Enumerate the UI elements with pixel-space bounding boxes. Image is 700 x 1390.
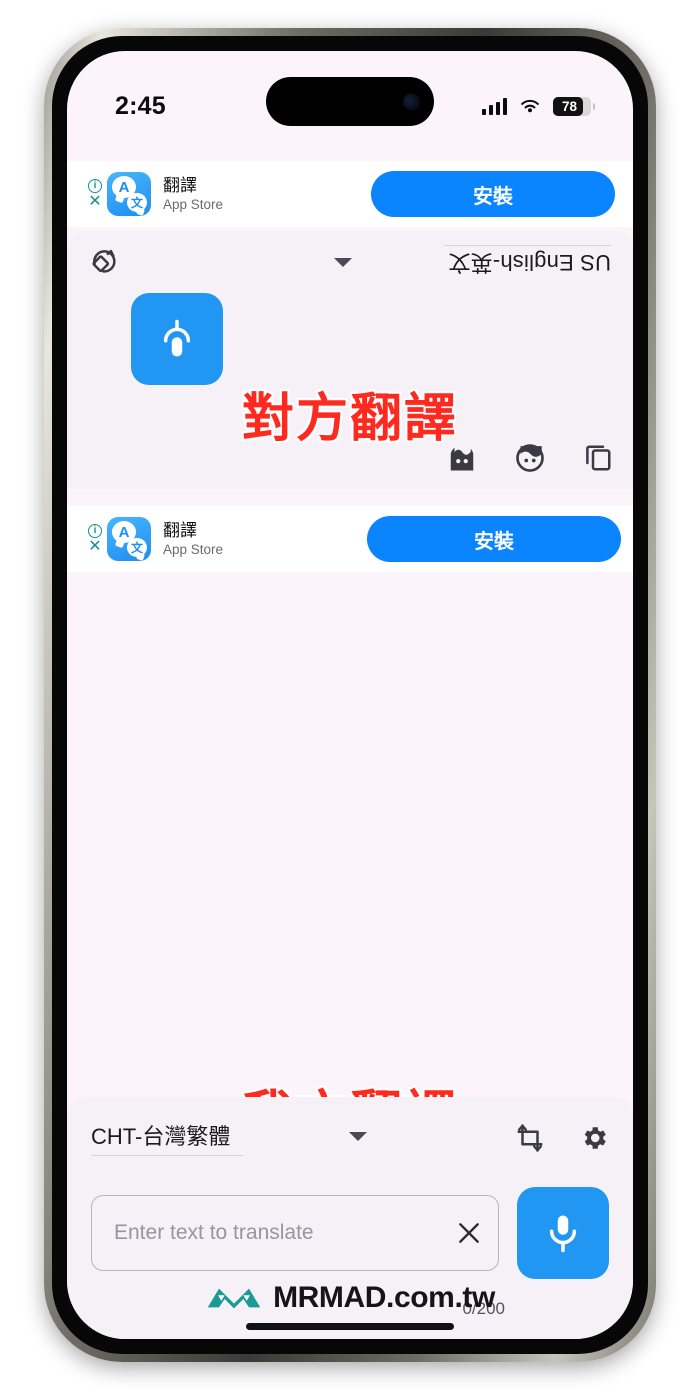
ad-close-icon[interactable]: ✕ bbox=[88, 194, 101, 210]
local-microphone-button[interactable] bbox=[517, 1187, 609, 1279]
close-x-icon[interactable] bbox=[456, 1220, 482, 1246]
ad-text-block-top: 翻譯 App Store bbox=[163, 176, 223, 213]
remote-language-row: US English-英文 bbox=[89, 245, 611, 280]
remote-toolbar bbox=[447, 443, 613, 473]
status-bar-indicators: 78 bbox=[481, 96, 595, 116]
status-bar-time: 2:45 bbox=[115, 91, 166, 120]
local-language-selector[interactable]: CHT-台灣繁體 bbox=[91, 1119, 243, 1156]
ad-install-button-middle[interactable]: 安裝 bbox=[367, 516, 621, 562]
resize-crop-icon[interactable] bbox=[515, 1123, 545, 1153]
microphone-icon bbox=[163, 319, 191, 357]
home-indicator[interactable] bbox=[246, 1323, 454, 1330]
ad-install-button-top[interactable]: 安裝 bbox=[371, 171, 615, 217]
remote-microphone-button[interactable] bbox=[131, 293, 223, 385]
dynamic-island bbox=[266, 77, 434, 126]
ad-text-block-middle: 翻譯 App Store bbox=[163, 521, 223, 558]
ad-app-source: App Store bbox=[163, 196, 224, 212]
phone-bezel: 2:45 78 i ✕ A 文 翻譯 App Store 安裝 US Engli… bbox=[52, 36, 648, 1354]
cellular-signal-icon bbox=[481, 97, 507, 115]
local-input-row bbox=[91, 1187, 609, 1279]
ad-app-source: App Store bbox=[163, 541, 224, 557]
speech-bubble-icon[interactable] bbox=[515, 443, 545, 473]
app-icon-letter-cn: 文 bbox=[127, 538, 147, 557]
app-icon-letter-cn: 文 bbox=[127, 193, 147, 212]
translate-app-icon-middle: A 文 bbox=[107, 517, 151, 561]
translate-text-input[interactable] bbox=[114, 1221, 456, 1245]
phone-screen: 2:45 78 i ✕ A 文 翻譯 App Store 安裝 US Engli… bbox=[67, 51, 633, 1339]
translate-input-wrapper[interactable] bbox=[91, 1195, 499, 1271]
ad-app-name: 翻譯 bbox=[163, 520, 197, 540]
shield-face-icon[interactable] bbox=[447, 443, 477, 473]
ad-close-icon[interactable]: ✕ bbox=[88, 539, 101, 555]
battery-percent-label: 78 bbox=[561, 98, 578, 114]
local-translation-panel: CHT-台灣繁體 Enter text to translate 0/200 bbox=[67, 1097, 633, 1339]
battery-icon: 78 bbox=[553, 96, 595, 116]
ad-info-icon[interactable]: i bbox=[88, 524, 102, 538]
copy-icon[interactable] bbox=[583, 443, 613, 473]
caret-down-icon[interactable] bbox=[349, 1132, 367, 1141]
remote-language-selector[interactable]: US English-英文 bbox=[444, 245, 611, 280]
character-counter: 0/200 bbox=[462, 1299, 505, 1318]
rotate-screen-icon[interactable] bbox=[89, 248, 119, 278]
local-language-row: CHT-台灣繁體 bbox=[91, 1119, 609, 1156]
remote-mic-row bbox=[87, 293, 613, 385]
translate-app-icon-top: A 文 bbox=[107, 172, 151, 216]
ad-banner-middle[interactable]: i ✕ A 文 翻譯 App Store 安裝 bbox=[67, 506, 633, 572]
ad-controls-middle: i ✕ bbox=[85, 524, 105, 555]
ad-app-name: 翻譯 bbox=[163, 175, 197, 195]
ad-banner-top[interactable]: i ✕ A 文 翻譯 App Store 安裝 bbox=[67, 161, 633, 227]
gear-icon[interactable] bbox=[579, 1123, 609, 1153]
microphone-icon bbox=[549, 1215, 577, 1253]
ad-controls-top: i ✕ bbox=[85, 179, 105, 210]
front-camera-icon bbox=[403, 93, 420, 110]
phone-device-frame: 2:45 78 i ✕ A 文 翻譯 App Store 安裝 US Engli… bbox=[44, 28, 656, 1362]
remote-translation-panel: US English-英文 bbox=[67, 231, 633, 489]
caret-up-icon[interactable] bbox=[334, 258, 353, 267]
ad-info-icon[interactable]: i bbox=[88, 179, 102, 193]
wifi-icon bbox=[521, 99, 539, 113]
